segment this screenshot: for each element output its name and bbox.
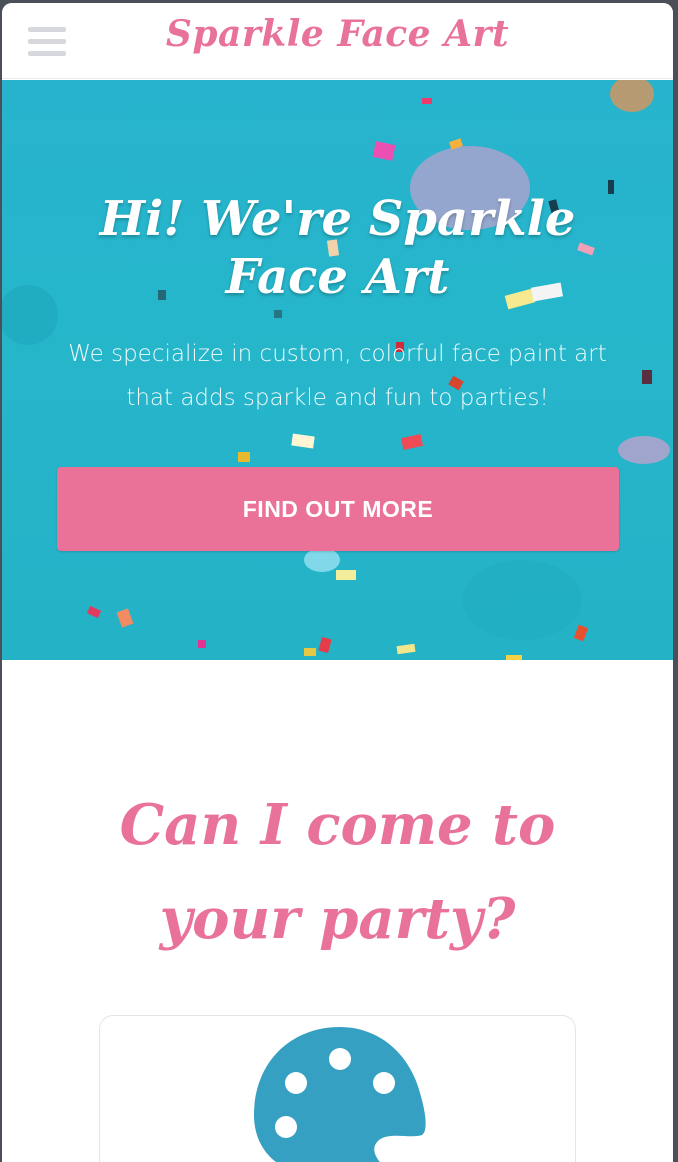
hero-banner: Hi! We're Sparkle Face Art We specialize… [2,80,673,660]
find-out-more-button[interactable]: FIND OUT MORE [57,467,619,551]
browser-viewport: Sparkle Face Art Hi! We're Sparkle Face … [2,3,673,1162]
site-header: Sparkle Face Art [2,3,673,79]
site-logo-title[interactable]: Sparkle Face Art [2,13,673,55]
hero-title: Hi! We're Sparkle Face Art [99,191,576,305]
section-title: Can I come to your party? [119,792,556,952]
palette-icon [254,1027,426,1162]
hero-subtitle: We specialize in custom, colorful face p… [68,341,607,411]
scrollbar[interactable] [669,3,673,1162]
